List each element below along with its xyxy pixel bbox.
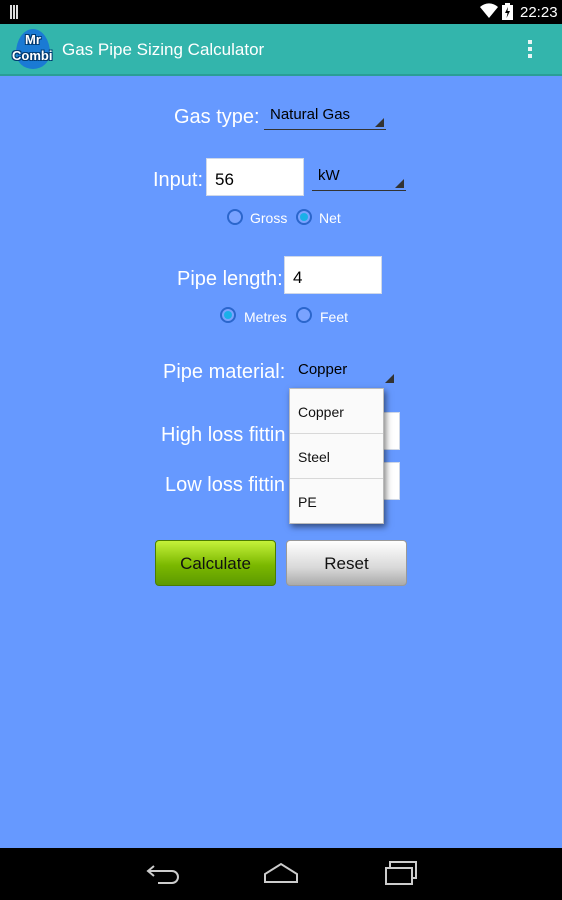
app-title: Gas Pipe Sizing Calculator [62,40,265,59]
status-bar: 22:23 [0,0,562,24]
pipe-length-label: Pipe length: [177,268,283,290]
logo-text-combi: Combi [12,48,53,63]
input-unit-value: kW [318,167,340,184]
input-unit-spinner[interactable]: kW [312,165,406,191]
spinner-arrow-icon [395,179,404,188]
dropdown-option-steel[interactable]: Steel [290,434,383,479]
notification-icon [10,5,22,19]
feet-radio[interactable] [296,307,312,323]
logo-text-mr: Mr [25,32,41,47]
net-radio[interactable] [296,209,312,225]
dropdown-option-copper[interactable]: Copper [290,389,383,434]
high-loss-fittings-label: High loss fittin [161,424,286,446]
gross-label: Gross [250,210,288,226]
gas-type-value: Natural Gas [270,106,351,123]
input-label: Input: [153,169,204,191]
input-field[interactable]: 56 [206,158,304,196]
action-bar: Mr Combi Gas Pipe Sizing Calculator [0,24,562,76]
spinner-arrow-icon [375,118,384,127]
wifi-icon [480,3,498,19]
pipe-length-field[interactable]: 4 [284,256,382,294]
dropdown-option-pe[interactable]: PE [290,479,383,524]
reset-button[interactable]: Reset [286,540,407,586]
clock: 22:23 [520,4,558,21]
gross-radio[interactable] [227,209,243,225]
battery-icon [502,3,513,20]
calculate-button[interactable]: Calculate [155,540,276,586]
gas-type-spinner[interactable]: Natural Gas [264,104,386,130]
overflow-menu-icon[interactable] [528,40,534,60]
pipe-material-value: Copper [298,361,348,378]
low-loss-fittings-label: Low loss fittin [165,474,286,496]
net-label: Net [319,210,341,226]
feet-label: Feet [320,309,349,325]
home-icon[interactable] [262,860,300,886]
app-logo: Mr Combi [10,27,56,73]
spinner-arrow-icon [385,374,394,383]
metres-label: Metres [244,309,287,325]
pipe-material-dropdown: Copper Steel PE [289,388,384,524]
pipe-material-label: Pipe material: [163,361,286,383]
metres-radio[interactable] [220,307,236,323]
back-icon[interactable] [144,860,180,886]
pipe-material-spinner[interactable]: Copper [292,359,396,385]
navigation-bar [0,848,562,900]
gas-type-label: Gas type: [174,106,260,128]
recents-icon[interactable] [384,860,418,886]
